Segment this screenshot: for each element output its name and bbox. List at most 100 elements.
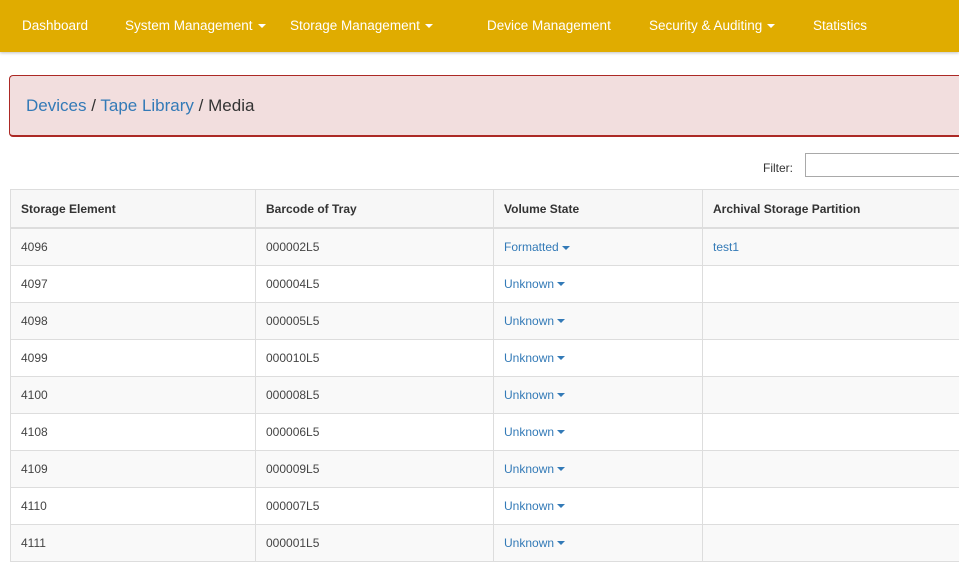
partition-cell	[702, 412, 959, 451]
storage-element-cell: 4098	[10, 301, 256, 340]
volume-state-label: Unknown	[504, 424, 555, 439]
table-row: 4110 000007L5 Unknown	[10, 486, 959, 525]
chevron-down-icon	[557, 430, 566, 435]
chevron-down-icon	[767, 24, 776, 29]
chevron-down-icon	[557, 319, 566, 324]
volume-state-label: Unknown	[504, 387, 555, 402]
volume-state-label: Unknown	[504, 461, 555, 476]
barcode-cell: 000005L5	[255, 301, 494, 340]
table-row: 4108 000006L5 Unknown	[10, 412, 959, 451]
storage-element-cell: 4108	[10, 412, 256, 451]
top-navbar: Dashboard System Management Storage Mana…	[0, 0, 959, 52]
volume-state-dropdown[interactable]: Unknown	[504, 461, 566, 476]
partition-cell	[702, 449, 959, 488]
nav-dashboard[interactable]: Dashboard	[22, 0, 88, 52]
nav-security-auditing-label: Security & Auditing	[649, 18, 763, 33]
breadcrumb-separator: /	[198, 96, 204, 115]
column-header-volume-state[interactable]: Volume State	[493, 189, 703, 229]
partition-cell	[702, 301, 959, 340]
partition-cell: test1	[702, 227, 959, 266]
volume-state-cell: Unknown	[493, 412, 703, 451]
chevron-down-icon	[557, 541, 566, 546]
partition-cell	[702, 375, 959, 414]
table-row: 4097 000004L5 Unknown	[10, 264, 959, 303]
barcode-cell: 000009L5	[255, 449, 494, 488]
volume-state-dropdown[interactable]: Unknown	[504, 313, 566, 328]
volume-state-label: Unknown	[504, 276, 555, 291]
barcode-cell: 000002L5	[255, 227, 494, 266]
nav-dashboard-label: Dashboard	[22, 18, 89, 33]
storage-element-cell: 4111	[10, 523, 256, 562]
barcode-cell: 000010L5	[255, 338, 494, 377]
column-header-storage-element[interactable]: Storage Element	[10, 189, 256, 229]
volume-state-label: Unknown	[504, 498, 555, 513]
chevron-down-icon	[424, 24, 433, 29]
filter-label: Filter:	[763, 161, 793, 175]
chevron-down-icon	[257, 24, 266, 29]
volume-state-dropdown[interactable]: Unknown	[504, 276, 566, 291]
table-row: 4099 000010L5 Unknown	[10, 338, 959, 377]
nav-statistics-label: Statistics	[813, 18, 868, 33]
chevron-down-icon	[557, 356, 566, 361]
barcode-cell: 000007L5	[255, 486, 494, 525]
barcode-cell: 000001L5	[255, 523, 494, 562]
storage-element-cell: 4099	[10, 338, 256, 377]
media-table: Storage Element Barcode of Tray Volume S…	[10, 189, 959, 562]
storage-element-cell: 4096	[10, 227, 256, 266]
partition-link[interactable]: test1	[713, 240, 739, 254]
chevron-down-icon	[557, 282, 566, 287]
nav-device-management[interactable]: Device Management	[487, 0, 611, 52]
breadcrumb-current-page: Media	[208, 96, 255, 115]
partition-cell	[702, 338, 959, 377]
volume-state-label: Unknown	[504, 350, 555, 365]
table-header-row: Storage Element Barcode of Tray Volume S…	[10, 189, 959, 229]
storage-element-cell: 4100	[10, 375, 256, 414]
nav-security-auditing[interactable]: Security & Auditing	[649, 0, 776, 52]
column-header-archival-storage-partition[interactable]: Archival Storage Partition	[702, 189, 959, 229]
barcode-cell: 000004L5	[255, 264, 494, 303]
volume-state-dropdown[interactable]: Unknown	[504, 387, 566, 402]
barcode-cell: 000008L5	[255, 375, 494, 414]
nav-system-management-label: System Management	[125, 18, 253, 33]
volume-state-dropdown[interactable]: Unknown	[504, 535, 566, 550]
breadcrumb-panel: Devices / Tape Library / Media	[9, 75, 959, 137]
partition-cell	[702, 523, 959, 562]
partition-cell	[702, 486, 959, 525]
nav-device-management-label: Device Management	[487, 18, 611, 33]
breadcrumb: Devices / Tape Library / Media	[26, 96, 254, 116]
nav-system-management[interactable]: System Management	[125, 0, 266, 52]
nav-statistics[interactable]: Statistics	[813, 0, 867, 52]
storage-element-cell: 4110	[10, 486, 256, 525]
partition-cell	[702, 264, 959, 303]
volume-state-cell: Unknown	[493, 449, 703, 488]
volume-state-cell: Unknown	[493, 301, 703, 340]
volume-state-label: Unknown	[504, 535, 555, 550]
volume-state-dropdown[interactable]: Unknown	[504, 424, 566, 439]
chevron-down-icon	[557, 504, 566, 509]
table-row: 4100 000008L5 Unknown	[10, 375, 959, 414]
volume-state-dropdown[interactable]: Unknown	[504, 498, 566, 513]
chevron-down-icon	[561, 245, 570, 250]
breadcrumb-devices-link[interactable]: Devices	[26, 96, 86, 115]
nav-storage-management[interactable]: Storage Management	[290, 0, 433, 52]
chevron-down-icon	[557, 393, 566, 398]
volume-state-cell: Unknown	[493, 338, 703, 377]
volume-state-label: Unknown	[504, 313, 555, 328]
volume-state-cell: Formatted	[493, 227, 703, 266]
table-row: 4109 000009L5 Unknown	[10, 449, 959, 488]
volume-state-dropdown[interactable]: Unknown	[504, 350, 566, 365]
volume-state-cell: Unknown	[493, 523, 703, 562]
breadcrumb-tape-library-link[interactable]: Tape Library	[100, 96, 194, 115]
volume-state-cell: Unknown	[493, 486, 703, 525]
table-row: 4111 000001L5 Unknown	[10, 523, 959, 562]
volume-state-dropdown[interactable]: Formatted	[504, 240, 570, 254]
storage-element-cell: 4097	[10, 264, 256, 303]
column-header-barcode[interactable]: Barcode of Tray	[255, 189, 494, 229]
filter-input[interactable]	[805, 153, 959, 177]
volume-state-cell: Unknown	[493, 375, 703, 414]
table-row: 4098 000005L5 Unknown	[10, 301, 959, 340]
nav-storage-management-label: Storage Management	[290, 18, 420, 33]
table-row: 4096 000002L5 Formatted test1	[10, 227, 959, 266]
chevron-down-icon	[557, 467, 566, 472]
storage-element-cell: 4109	[10, 449, 256, 488]
